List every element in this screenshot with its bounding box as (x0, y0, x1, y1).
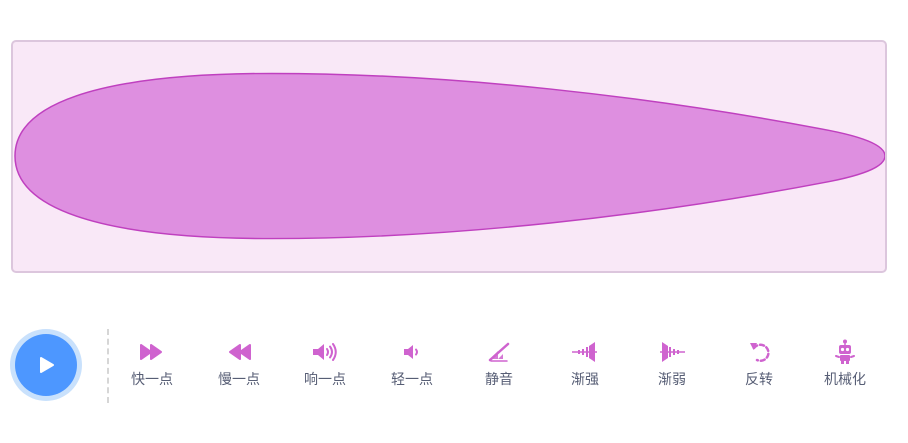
effect-label: 响一点 (304, 372, 346, 388)
effect-label: 渐弱 (658, 372, 686, 388)
fade-out-icon (658, 338, 686, 366)
mute-icon (485, 338, 513, 366)
effect-label: 慢一点 (218, 372, 260, 388)
effect-reverse-button[interactable]: 反转 (717, 338, 801, 398)
play-icon (40, 357, 54, 373)
robot-icon (831, 338, 859, 366)
effects-toolbar: 快一点 慢一点 响一点 轻一点 静音 渐强 渐弱 反转 机械化 (110, 338, 890, 398)
effect-label: 渐强 (571, 372, 599, 388)
effect-fade-in-button[interactable]: 渐强 (543, 338, 627, 398)
effect-louder-button[interactable]: 响一点 (283, 338, 367, 398)
divider (107, 329, 109, 403)
effect-label: 快一点 (131, 372, 173, 388)
louder-icon (311, 338, 339, 366)
effect-faster-button[interactable]: 快一点 (110, 338, 194, 398)
reverse-icon (745, 338, 773, 366)
effect-slower-button[interactable]: 慢一点 (197, 338, 281, 398)
faster-icon (138, 338, 166, 366)
waveform-shape (14, 72, 885, 240)
waveform-panel (11, 40, 887, 273)
fade-in-icon (571, 338, 599, 366)
effect-label: 轻一点 (391, 372, 433, 388)
play-button[interactable] (15, 334, 77, 396)
play-button-ring (10, 329, 82, 401)
slower-icon (225, 338, 253, 366)
effect-label: 静音 (485, 372, 513, 388)
softer-icon (398, 338, 426, 366)
waveform (14, 72, 885, 240)
effect-fade-out-button[interactable]: 渐弱 (630, 338, 714, 398)
effect-robot-button[interactable]: 机械化 (803, 338, 887, 398)
effect-label: 反转 (745, 372, 773, 388)
effect-mute-button[interactable]: 静音 (457, 338, 541, 398)
effect-label: 机械化 (824, 372, 866, 388)
effect-softer-button[interactable]: 轻一点 (370, 338, 454, 398)
